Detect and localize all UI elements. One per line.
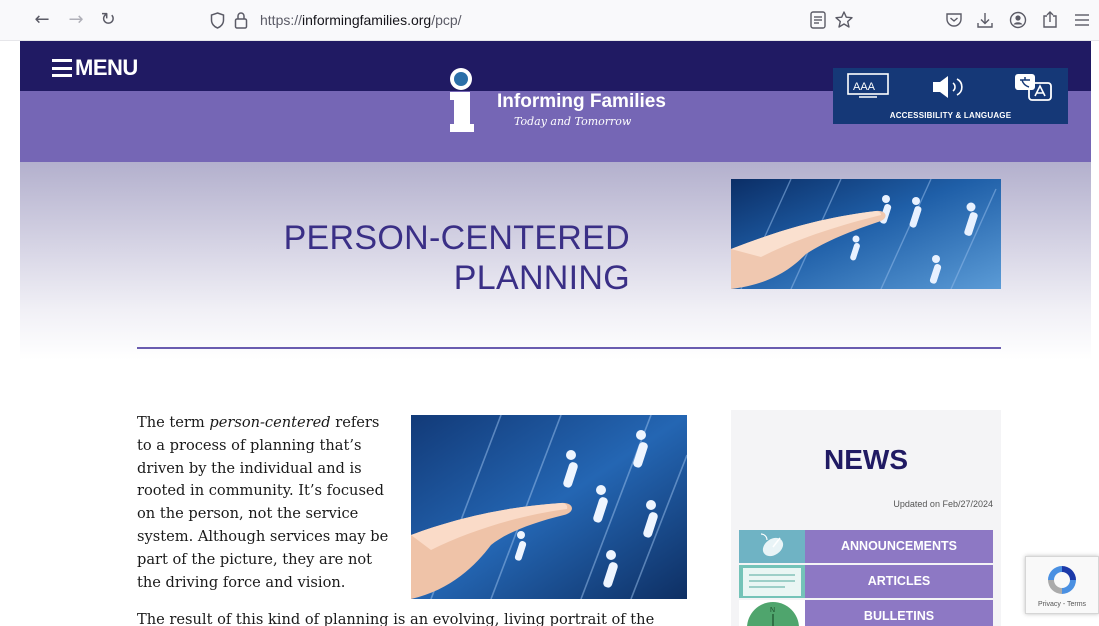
compass-icon: N	[739, 600, 805, 626]
globe-icon	[450, 68, 472, 90]
app-menu-icon[interactable]	[1072, 10, 1092, 30]
news-item-articles[interactable]: ARTICLES	[739, 565, 993, 598]
svg-text:AAA: AAA	[853, 81, 876, 93]
menu-label: MENU	[75, 55, 138, 80]
hero-image	[731, 179, 1001, 289]
accessibility-label: ACCESSIBILITY & LANGUAGE	[889, 111, 1012, 120]
news-item-announcements[interactable]: ANNOUNCEMENTS	[739, 530, 993, 563]
bookmark-star-icon[interactable]	[834, 10, 854, 30]
result-paragraph: The result of this kind of planning is a…	[137, 611, 655, 626]
address-bar[interactable]: https://informingfamilies.org/pcp/	[198, 7, 860, 35]
hero-divider	[137, 347, 1001, 349]
reload-icon[interactable]: ↻	[96, 8, 120, 32]
text-size-icon: AAA	[847, 73, 889, 98]
satellite-dish-icon	[739, 530, 805, 563]
forward-arrow-icon[interactable]: →	[64, 8, 88, 32]
translate-icon	[1015, 74, 1052, 101]
news-updated-date: Updated on Feb/27/2024	[893, 499, 993, 509]
pocket-icon[interactable]	[944, 10, 964, 30]
logo-i-icon	[450, 92, 474, 132]
newspaper-icon	[739, 565, 805, 598]
page-title: PERSON-CENTERED PLANNING	[283, 219, 630, 297]
recaptcha-logo-icon	[1048, 566, 1076, 594]
downloads-icon[interactable]	[975, 10, 995, 30]
news-item-label: ANNOUNCEMENTS	[841, 539, 957, 553]
news-item-label: BULLETINS	[863, 609, 935, 623]
logo-name: Informing Families	[497, 91, 666, 112]
back-arrow-icon[interactable]: ←	[30, 8, 54, 32]
lock-icon[interactable]	[234, 11, 248, 29]
recaptcha-privacy-terms[interactable]: Privacy - Terms	[1026, 601, 1098, 608]
site-logo[interactable]: Informing Families Today and Tomorrow	[444, 68, 674, 138]
news-item-label: ARTICLES	[867, 574, 931, 588]
content-image	[411, 415, 687, 599]
accessibility-language-button[interactable]: AAA ACCESSIBILITY & LANGUAGE	[833, 68, 1068, 124]
logo-tagline: Today and Tomorrow	[514, 115, 632, 128]
intro-emphasis: person-centered	[209, 414, 331, 431]
share-icon[interactable]	[1040, 10, 1060, 30]
menu-button[interactable]: MENU	[52, 55, 138, 80]
tracking-shield-icon[interactable]	[210, 12, 225, 29]
browser-toolbar: ← → ↻ https://informingfamilies.org/pcp/	[0, 0, 1099, 41]
speaker-icon	[933, 76, 963, 98]
url-text: https://informingfamilies.org/pcp/	[260, 12, 462, 28]
reader-view-icon[interactable]	[808, 10, 828, 30]
news-title: NEWS	[824, 444, 908, 475]
intro-paragraph: The term person-centered refers to a pro…	[137, 414, 389, 591]
svg-text:N: N	[770, 607, 775, 614]
news-item-bulletins[interactable]: N BULLETINS	[739, 600, 993, 626]
account-icon[interactable]	[1008, 10, 1028, 30]
hamburger-icon	[52, 59, 72, 77]
recaptcha-badge[interactable]: Privacy - Terms	[1025, 556, 1099, 614]
